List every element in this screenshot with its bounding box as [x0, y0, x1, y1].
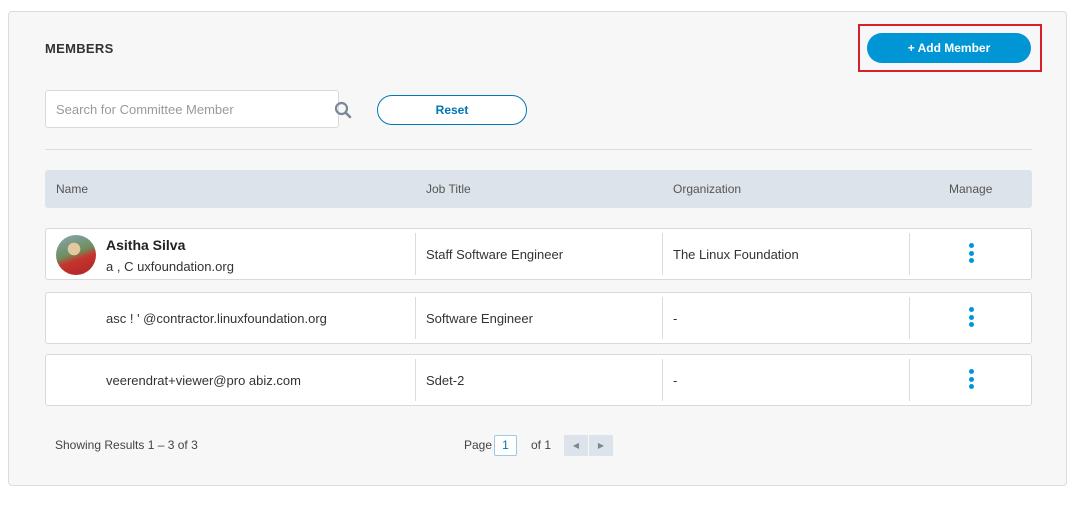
column-divider — [662, 233, 663, 275]
member-name: Asitha Silva — [106, 237, 186, 253]
search-field[interactable] — [45, 90, 352, 128]
member-job-title: Software Engineer — [426, 311, 533, 326]
column-divider — [415, 359, 416, 401]
page-title: MEMBERS — [45, 41, 114, 56]
column-divider — [909, 297, 910, 339]
column-header-job-title: Job Title — [426, 182, 471, 196]
divider — [45, 149, 1032, 150]
more-options-icon[interactable] — [966, 307, 976, 329]
more-options-icon[interactable] — [966, 243, 976, 265]
column-divider — [662, 297, 663, 339]
member-organization: - — [673, 311, 678, 326]
member-job-title: Staff Software Engineer — [426, 247, 564, 262]
column-divider — [415, 233, 416, 275]
table-row[interactable]: veerendrat+viewer@pro abiz.com Sdet-2 - — [45, 354, 1032, 406]
add-member-button[interactable]: + Add Member — [867, 33, 1031, 63]
page-count-label: of 1 — [531, 438, 552, 452]
reset-button[interactable]: Reset — [377, 95, 527, 125]
column-divider — [415, 297, 416, 339]
page-label: Page — [464, 438, 493, 452]
table-row[interactable]: asc ! ' @contractor.linuxfoundation.org … — [45, 292, 1032, 344]
column-divider — [909, 233, 910, 275]
member-email: veerendrat+viewer@pro abiz.com — [106, 373, 301, 388]
search-icon[interactable] — [334, 101, 352, 119]
more-options-icon[interactable] — [966, 369, 976, 391]
member-organization: The Linux Foundation — [673, 247, 799, 262]
column-header-manage: Manage — [949, 182, 993, 196]
prev-page-icon[interactable]: ◀ — [564, 435, 588, 456]
member-email: a , C uxfoundation.org — [106, 259, 234, 274]
avatar — [56, 235, 96, 275]
table-row[interactable]: Asitha Silva a , C uxfoundation.org Staf… — [45, 228, 1032, 280]
search-input[interactable] — [46, 91, 306, 127]
member-email: asc ! ' @contractor.linuxfoundation.org — [106, 311, 327, 326]
column-header-name: Name — [56, 182, 89, 196]
members-panel: MEMBERS + Add Member Reset Name Job Titl… — [8, 11, 1067, 486]
results-summary: Showing Results 1 – 3 of 3 — [55, 438, 198, 452]
column-divider — [909, 359, 910, 401]
member-organization: - — [673, 373, 678, 388]
page-number-input[interactable]: 1 — [494, 435, 517, 456]
table-header: Name Job Title Organization Manage — [45, 170, 1032, 208]
next-page-icon[interactable]: ▶ — [589, 435, 613, 456]
column-divider — [662, 359, 663, 401]
column-header-organization: Organization — [673, 182, 742, 196]
member-job-title: Sdet-2 — [426, 373, 465, 388]
